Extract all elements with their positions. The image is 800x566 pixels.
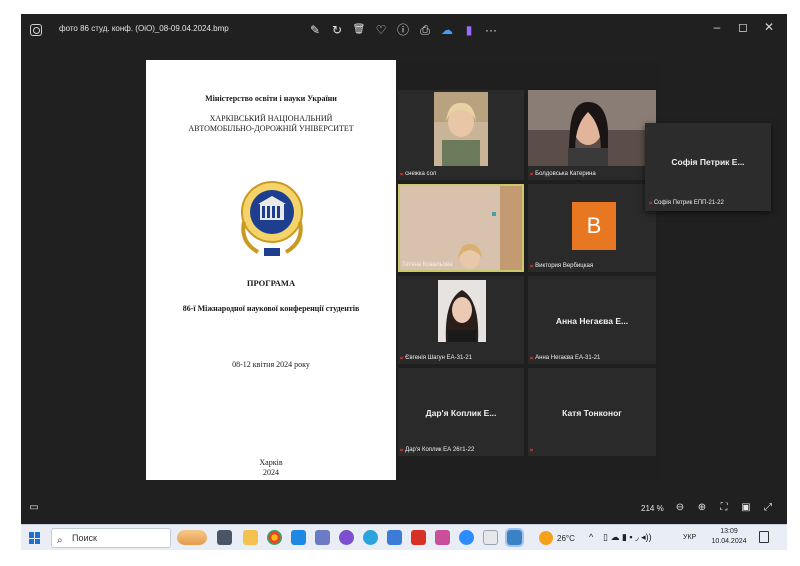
mic-muted-icon: 𝄪 — [530, 446, 534, 453]
document-city: Харків — [259, 458, 283, 467]
participant-name-label: 𝄪 Софія Петрик ЕПП-21-22 — [649, 199, 724, 206]
start-button[interactable] — [29, 532, 41, 544]
onedrive-icon[interactable]: ☁ — [439, 22, 455, 38]
mic-muted-icon: 𝄪 — [400, 446, 404, 453]
mic-muted-icon: 𝄪 — [530, 262, 534, 269]
participant-name-label: 𝄪 Анна Негаєва ЕА-31-21 — [530, 354, 601, 361]
rotate-icon[interactable]: ↻ — [329, 22, 345, 38]
chrome-icon[interactable] — [267, 530, 282, 545]
task-view-icon[interactable] — [217, 530, 232, 545]
search-placeholder: Поиск — [72, 533, 97, 543]
participant-name-label: 𝄪 Болдовська Катерина — [530, 170, 596, 177]
participant-tile[interactable]: 𝄪 снежка сол — [398, 90, 524, 180]
actual-size-icon[interactable]: ▣ — [739, 501, 753, 515]
viber-icon[interactable] — [339, 530, 354, 545]
system-tray-icons[interactable]: ▯ ☁ ▮ ▪ ◞ ◂)) — [603, 532, 652, 543]
more-icon[interactable]: ··· — [483, 22, 499, 38]
tray-overflow-icon[interactable]: ^ — [589, 532, 593, 542]
zoom-app-icon[interactable] — [459, 530, 474, 545]
media-app-icon[interactable] — [435, 530, 450, 545]
program-document: Міністерство освіти і науки України ХАРК… — [146, 60, 396, 480]
university-line-1: ХАРКІВСЬКИЙ НАЦІОНАЛЬНИЙ — [209, 114, 333, 123]
search-icon: ⌕ — [57, 535, 63, 546]
weather-temperature[interactable]: 26°C — [557, 534, 575, 543]
calculator-icon[interactable] — [387, 530, 402, 545]
fit-to-window-icon[interactable]: ⛶ — [717, 501, 731, 515]
photo-viewer-window: фото 86 студ. конф. (ОіО)_08-09.04.2024.… — [21, 14, 787, 524]
mic-muted-icon: 𝄪 — [400, 170, 404, 177]
conference-dates: 08-12 квітня 2024 року — [232, 360, 310, 369]
mic-muted-icon: 𝄪 — [530, 354, 534, 361]
participant-name-label: 𝄪 Євгенія Шагун ЕА-31-21 — [400, 354, 472, 361]
document-year: 2024 — [263, 468, 279, 477]
mic-muted-icon: 𝄪 — [400, 354, 404, 361]
file-title: фото 86 студ. конф. (ОіО)_08-09.04.2024.… — [59, 24, 229, 33]
participant-tile-active[interactable]: Тетяна Ковальова — [398, 184, 524, 272]
photos-app-taskbar-icon[interactable] — [505, 528, 524, 547]
fullscreen-icon[interactable]: ⤢ — [761, 501, 775, 515]
participant-display-name: Анна Негаєва Е... — [555, 315, 629, 326]
clipchamp-icon[interactable]: ▮ — [461, 22, 477, 38]
clock-time[interactable]: 13:09 — [709, 528, 749, 535]
notification-center-icon[interactable] — [759, 531, 769, 543]
telegram-icon[interactable] — [363, 530, 378, 545]
participant-name-label: 𝄪 Виктория Вербицкая — [530, 262, 594, 269]
clock-date[interactable]: 10.04.2024 — [709, 538, 749, 545]
info-icon[interactable]: ⓘ — [395, 22, 411, 38]
program-title: ПРОГРАМА — [246, 278, 296, 288]
participant-display-name: Софія Петрик Е... — [671, 157, 745, 167]
participant-tile[interactable]: Катя Тонконог 𝄪 — [528, 368, 656, 456]
weather-icon[interactable] — [539, 531, 553, 545]
taskbar-search-box[interactable]: ⌕ Поиск — [51, 528, 171, 548]
zoom-in-icon[interactable]: ⊕ — [695, 501, 709, 515]
participant-video — [400, 186, 522, 270]
acrobat-icon[interactable] — [411, 530, 426, 545]
participant-avatar: B — [572, 202, 616, 250]
mail-icon[interactable] — [291, 530, 306, 545]
ministry-heading: Міністерство освіти і науки України — [205, 94, 337, 103]
university-line-2: АВТОМОБІЛЬНО-ДОРОЖНІЙ УНІВЕРСИТЕТ — [188, 124, 354, 133]
teams-icon[interactable] — [315, 530, 330, 545]
print-icon[interactable]: ⎙ — [417, 22, 433, 38]
windows-taskbar: ⌕ Поиск 26°C ^ ▯ ☁ ▮ ▪ ◞ ◂)) УКР 13:09 1… — [21, 524, 787, 550]
mic-muted-icon: 𝄪 — [649, 199, 653, 206]
participant-display-name: Катя Тонконог — [562, 407, 622, 418]
zoom-level: 214 % — [641, 504, 664, 513]
favorite-icon[interactable]: ♡ — [373, 22, 389, 38]
university-crest-logo — [241, 181, 303, 256]
minimize-button[interactable]: – — [707, 20, 727, 34]
conference-title: 86-ї Міжнародної наукової конференції ст… — [182, 304, 360, 313]
file-explorer-icon[interactable] — [243, 530, 258, 545]
maximize-button[interactable]: ◻ — [733, 20, 753, 34]
participant-display-name: Дар'я Коплик Е... — [425, 407, 497, 418]
participant-name-label: 𝄪 — [530, 446, 533, 454]
floating-participant-tile[interactable]: Софія Петрик Е... 𝄪 Софія Петрик ЕПП-21-… — [645, 123, 771, 211]
mic-muted-icon: 𝄪 — [530, 170, 534, 177]
input-language[interactable]: УКР — [683, 534, 696, 541]
title-bar: фото 86 студ. конф. (ОіО)_08-09.04.2024.… — [21, 14, 787, 48]
zoom-out-icon[interactable]: ⊖ — [673, 501, 687, 515]
viewer-status-bar: ▭ 214 % ⊖ ⊕ ⛶ ▣ ⤢ — [21, 492, 787, 524]
participant-tile[interactable]: 𝄪 Болдовська Катерина — [528, 90, 656, 180]
photos-app-icon — [30, 24, 42, 36]
participant-tile[interactable]: 𝄪 Євгенія Шагун ЕА-31-21 — [398, 276, 524, 364]
participant-name-label: 𝄪 снежка сол — [400, 170, 437, 177]
participant-name-label: 𝄪 Дар'я Коплик ЕА 26т1-22 — [400, 446, 475, 453]
filmstrip-icon[interactable]: ▭ — [27, 501, 41, 515]
participant-video — [528, 90, 656, 166]
participant-tile[interactable]: Анна Негаєва Е... 𝄪 Анна Негаєва ЕА-31-21 — [528, 276, 656, 364]
search-highlight-icon[interactable] — [177, 530, 207, 545]
participant-video — [438, 280, 486, 342]
edit-icon[interactable]: ✎ — [307, 22, 323, 38]
image-canvas[interactable]: Міністерство освіти і науки України ХАРК… — [21, 48, 787, 492]
notepad-icon[interactable] — [483, 530, 498, 545]
participant-name-label: Тетяна Ковальова — [402, 262, 453, 268]
delete-icon[interactable]: 🗑 — [351, 22, 367, 38]
participant-tile[interactable]: B 𝄪 Виктория Вербицкая — [528, 184, 656, 272]
video-meeting-grid: 𝄪 снежка сол 𝄪 Болдовська Катерина Тетян… — [396, 60, 658, 480]
participant-tile[interactable]: Дар'я Коплик Е... 𝄪 Дар'я Коплик ЕА 26т1-… — [398, 368, 524, 456]
participant-video — [434, 92, 488, 166]
close-button[interactable]: ✕ — [759, 20, 779, 34]
